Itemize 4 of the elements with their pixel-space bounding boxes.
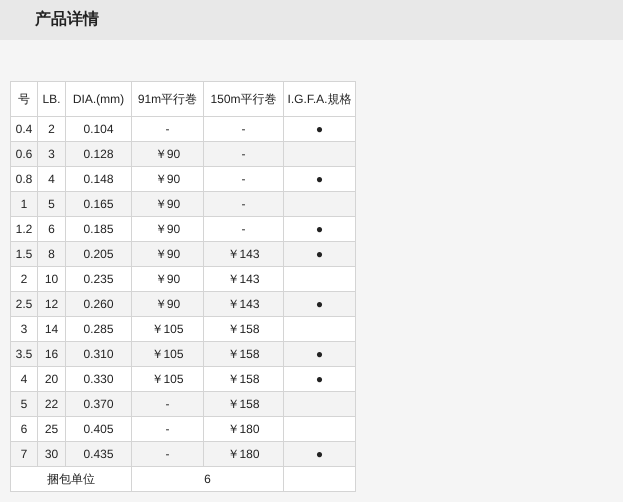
- table-cell: 捆包单位: [10, 466, 132, 492]
- page-title: 产品详情: [35, 9, 99, 30]
- table-cell: 6: [132, 466, 284, 492]
- column-header: 号: [10, 82, 38, 116]
